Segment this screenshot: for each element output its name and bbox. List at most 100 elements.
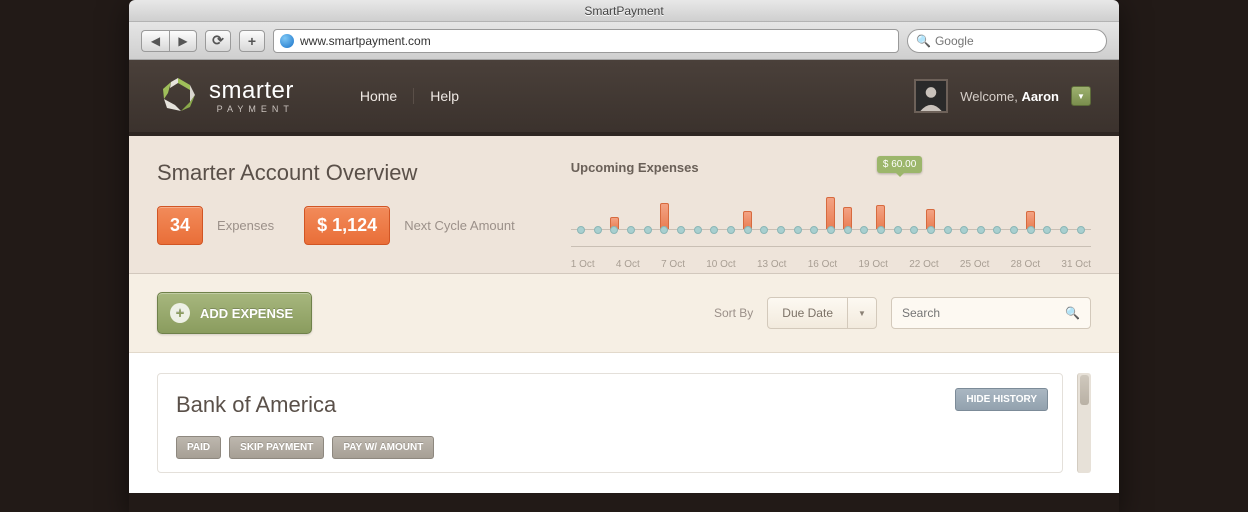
plus-icon: +	[170, 303, 190, 323]
action-bar: + ADD EXPENSE Sort By Due Date ▼ 🔍	[129, 274, 1119, 353]
chart-dot-icon	[610, 226, 618, 234]
window-titlebar: SmartPayment	[129, 0, 1119, 22]
chart-tick-label: 22 Oct	[909, 259, 938, 270]
chart-tick-label: 10 Oct	[706, 259, 735, 270]
sort-select[interactable]: Due Date ▼	[767, 297, 877, 329]
forward-button[interactable]: ▶	[169, 30, 197, 52]
expense-actions: PAID SKIP PAYMENT PAY W/ AMOUNT	[176, 436, 1044, 459]
expense-search[interactable]: 🔍	[891, 297, 1091, 329]
paid-button[interactable]: PAID	[176, 436, 221, 459]
app-header: smarter PAYMENT Home Help Welcome, Aaron…	[129, 60, 1119, 136]
chart-dot-icon	[1077, 226, 1085, 234]
overview-left: Smarter Account Overview 34 Expenses $ 1…	[157, 160, 531, 247]
browser-toolbar: ◀ ▶ ⟳ + 🔍	[129, 22, 1119, 60]
expense-panel: HIDE HISTORY Bank of America PAID SKIP P…	[157, 373, 1063, 473]
chart-dot-icon	[810, 226, 818, 234]
chart-dot-icon	[627, 226, 635, 234]
cycle-label: Next Cycle Amount	[404, 218, 515, 233]
scrollbar-thumb[interactable]	[1080, 375, 1089, 405]
add-expense-label: ADD EXPENSE	[200, 306, 293, 321]
url-bar[interactable]	[273, 29, 899, 53]
globe-icon	[280, 34, 294, 48]
chevron-down-icon: ▼	[847, 298, 876, 328]
hide-history-button[interactable]: HIDE HISTORY	[955, 388, 1048, 411]
chart-dot-icon	[594, 226, 602, 234]
chart-dot-icon	[1027, 226, 1035, 234]
chart-tick-label: 31 Oct	[1061, 259, 1090, 270]
add-expense-button[interactable]: + ADD EXPENSE	[157, 292, 312, 334]
expenses-label: Expenses	[217, 218, 274, 233]
chart-dot-icon	[644, 226, 652, 234]
expense-title: Bank of America	[176, 392, 1044, 418]
chart-dot-icon	[777, 226, 785, 234]
browser-search-input[interactable]	[935, 34, 1098, 48]
overview-badges: 34 Expenses $ 1,124 Next Cycle Amount	[157, 206, 531, 245]
window-title: SmartPayment	[584, 4, 663, 18]
chart-tooltip: $ 60.00	[877, 156, 922, 173]
user-dropdown[interactable]: ▼	[1071, 86, 1091, 106]
nav-buttons: ◀ ▶	[141, 30, 197, 52]
logo-text: smarter PAYMENT	[209, 79, 294, 114]
pay-with-amount-button[interactable]: PAY W/ AMOUNT	[332, 436, 434, 459]
chart-dot-icon	[710, 226, 718, 234]
chart-dot-icon	[1043, 226, 1051, 234]
expenses-count-badge: 34	[157, 206, 203, 245]
nav-help[interactable]: Help	[413, 88, 475, 104]
chart-tick-label: 25 Oct	[960, 259, 989, 270]
sort-value: Due Date	[768, 306, 847, 320]
chart-dot-icon	[944, 226, 952, 234]
url-input[interactable]	[300, 34, 892, 48]
new-tab-button[interactable]: +	[239, 30, 265, 52]
chart-tick-label: 16 Oct	[808, 259, 837, 270]
chart-dot-icon	[827, 226, 835, 234]
chart-tick-label: 19 Oct	[858, 259, 887, 270]
content-area: HIDE HISTORY Bank of America PAID SKIP P…	[129, 353, 1119, 493]
overview-section: Smarter Account Overview 34 Expenses $ 1…	[129, 136, 1119, 274]
reload-button[interactable]: ⟳	[205, 30, 231, 52]
chart-dot-icon	[927, 226, 935, 234]
chart-dot-icon	[844, 226, 852, 234]
chart-tick-label: 1 Oct	[571, 259, 595, 270]
chart-dot-icon	[660, 226, 668, 234]
chart-dot-icon	[977, 226, 985, 234]
back-button[interactable]: ◀	[141, 30, 169, 52]
chart-tick-label: 28 Oct	[1011, 259, 1040, 270]
welcome-text: Welcome, Aaron	[960, 89, 1059, 104]
chart-dot-icon	[860, 226, 868, 234]
chart-dot-icon	[794, 226, 802, 234]
chart-tick-label: 4 Oct	[616, 259, 640, 270]
brand-sub: PAYMENT	[209, 105, 294, 114]
user-area: Welcome, Aaron ▼	[914, 79, 1091, 113]
search-icon: 🔍	[916, 34, 931, 48]
expense-search-input[interactable]	[902, 306, 1059, 320]
nav-home[interactable]: Home	[344, 88, 413, 104]
chart-dot-icon	[960, 226, 968, 234]
search-icon: 🔍	[1065, 306, 1080, 320]
chart-dot-icon	[894, 226, 902, 234]
overview-right: Upcoming Expenses $ 60.00 1 Oct4 Oct7 Oc…	[571, 160, 1091, 247]
browser-window: SmartPayment ◀ ▶ ⟳ + 🔍	[129, 0, 1119, 512]
chart-dot-icon	[877, 226, 885, 234]
brand-logo[interactable]: smarter PAYMENT	[157, 75, 294, 117]
brand-name: smarter	[209, 79, 294, 103]
chart-tick-label: 13 Oct	[757, 259, 786, 270]
chart-bar[interactable]	[823, 197, 840, 229]
chart-dot-icon	[577, 226, 585, 234]
welcome-name: Aaron	[1021, 89, 1059, 104]
chart-dot-icon	[910, 226, 918, 234]
chart-tick-label: 7 Oct	[661, 259, 685, 270]
chart-dot-icon	[677, 226, 685, 234]
logo-mark-icon	[157, 75, 199, 117]
welcome-prefix: Welcome,	[960, 89, 1021, 104]
chart-dot-icon	[1060, 226, 1068, 234]
chart-dot-icon	[727, 226, 735, 234]
skip-payment-button[interactable]: SKIP PAYMENT	[229, 436, 324, 459]
avatar[interactable]	[914, 79, 948, 113]
chart-dot-icon	[993, 226, 1001, 234]
upcoming-expenses-chart[interactable]: 1 Oct4 Oct7 Oct10 Oct13 Oct16 Oct19 Oct2…	[571, 183, 1091, 247]
chart-dot-icon	[1010, 226, 1018, 234]
chart-dot-icon	[760, 226, 768, 234]
scrollbar[interactable]	[1077, 373, 1091, 473]
browser-search[interactable]: 🔍	[907, 29, 1107, 53]
main-nav: Home Help	[344, 88, 475, 104]
